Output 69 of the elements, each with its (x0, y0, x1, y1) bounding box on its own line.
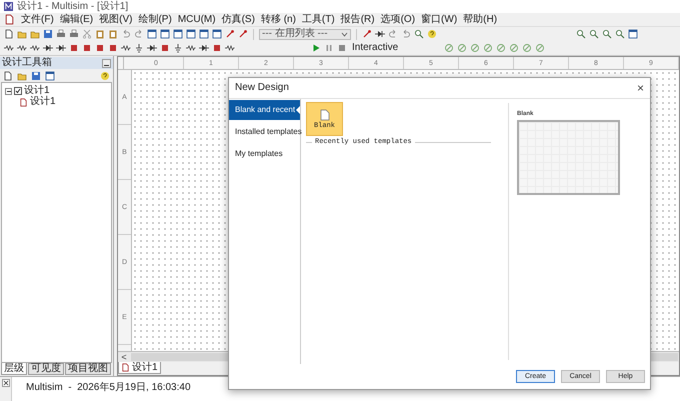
status-text: Multisim - 2026年5月19日, 16:03:40 (26, 383, 191, 395)
close-icon[interactable] (2, 379, 10, 387)
magnifier-icon[interactable] (576, 29, 586, 39)
printer-icon[interactable] (56, 29, 66, 39)
magnifier-icon[interactable] (602, 29, 612, 39)
menu-item[interactable]: 报告(R) (340, 14, 375, 24)
menu-item[interactable]: 仿真(S) (222, 14, 255, 24)
magnifier-icon[interactable] (589, 29, 599, 39)
document-tab[interactable]: 设计1 (118, 362, 161, 374)
checkbox[interactable] (14, 87, 22, 95)
diode-icon[interactable] (56, 43, 66, 53)
nav-item[interactable]: Installed templates (229, 122, 300, 142)
menu-item[interactable]: MCU(M) (178, 14, 216, 24)
menu-item[interactable]: 选项(O) (380, 14, 416, 24)
menu-item[interactable]: 工具(T) (302, 14, 335, 24)
ground-icon[interactable] (134, 43, 144, 53)
question-icon[interactable] (427, 29, 437, 39)
schematic-icon (19, 98, 28, 106)
chevron-down-icon (341, 32, 348, 36)
resistor-icon[interactable] (121, 43, 131, 53)
redo-icon[interactable] (134, 29, 144, 39)
resistor-icon[interactable] (186, 43, 196, 53)
window-icon[interactable] (212, 29, 222, 39)
menu-item[interactable]: 窗口(W) (421, 14, 458, 24)
magnifier-icon[interactable] (414, 29, 424, 39)
diode-icon[interactable] (199, 43, 209, 53)
window-title: 设计1 - Multisim - [设计1] (17, 2, 128, 12)
window-icon[interactable] (186, 29, 196, 39)
window-icon[interactable] (199, 29, 209, 39)
panel-tab[interactable]: 层级 (1, 363, 27, 375)
mode-label[interactable]: Interactive (352, 43, 398, 53)
window-icon[interactable] (628, 29, 638, 39)
menu-item[interactable]: 帮助(H) (463, 14, 498, 24)
resistor-icon[interactable] (225, 43, 235, 53)
diode-icon[interactable] (43, 43, 53, 53)
magnifier-icon[interactable] (615, 29, 625, 39)
nav-item[interactable]: My templates (229, 144, 300, 164)
ground-icon[interactable] (173, 43, 183, 53)
panel-tab[interactable]: 项目视图 (65, 363, 111, 375)
undo-icon[interactable] (121, 29, 131, 39)
question-icon[interactable] (100, 70, 110, 80)
scroll-left-button[interactable]: < (118, 352, 130, 362)
diode-icon[interactable] (147, 43, 157, 53)
window-icon[interactable] (160, 29, 170, 39)
close-button[interactable]: × (636, 82, 644, 94)
stop-icon[interactable] (337, 43, 347, 53)
panel-tab[interactable]: 可见度 (28, 363, 64, 375)
component-list-dropdown[interactable]: --- 在用列表 --- (259, 28, 351, 40)
menu-item[interactable]: 文件(F) (21, 14, 54, 24)
window-icon[interactable] (45, 70, 55, 80)
menu-item[interactable]: 编辑(E) (60, 14, 94, 24)
nav-item[interactable]: Blank and recent (229, 100, 300, 120)
panel-title: 设计工具箱 (2, 58, 52, 68)
expander-icon[interactable] (5, 88, 12, 94)
tree-item[interactable]: 设计1 (24, 86, 50, 96)
printer-icon[interactable] (69, 29, 79, 39)
document-icon (320, 108, 330, 120)
play-icon[interactable] (311, 43, 321, 53)
document-icon[interactable] (4, 29, 14, 39)
menu-item[interactable]: 转移 (n) (260, 14, 296, 24)
dialog-title: New Design (235, 83, 289, 93)
window-icon[interactable] (173, 29, 183, 39)
minimize-icon[interactable] (102, 58, 111, 68)
window-icon[interactable] (147, 29, 157, 39)
menu-item[interactable]: 绘制(P) (138, 14, 172, 24)
diode-icon[interactable] (375, 29, 385, 39)
undo-icon[interactable] (401, 29, 411, 39)
tree-item[interactable]: 设计1 (30, 97, 56, 107)
menu-item[interactable]: 视图(V) (99, 14, 132, 24)
